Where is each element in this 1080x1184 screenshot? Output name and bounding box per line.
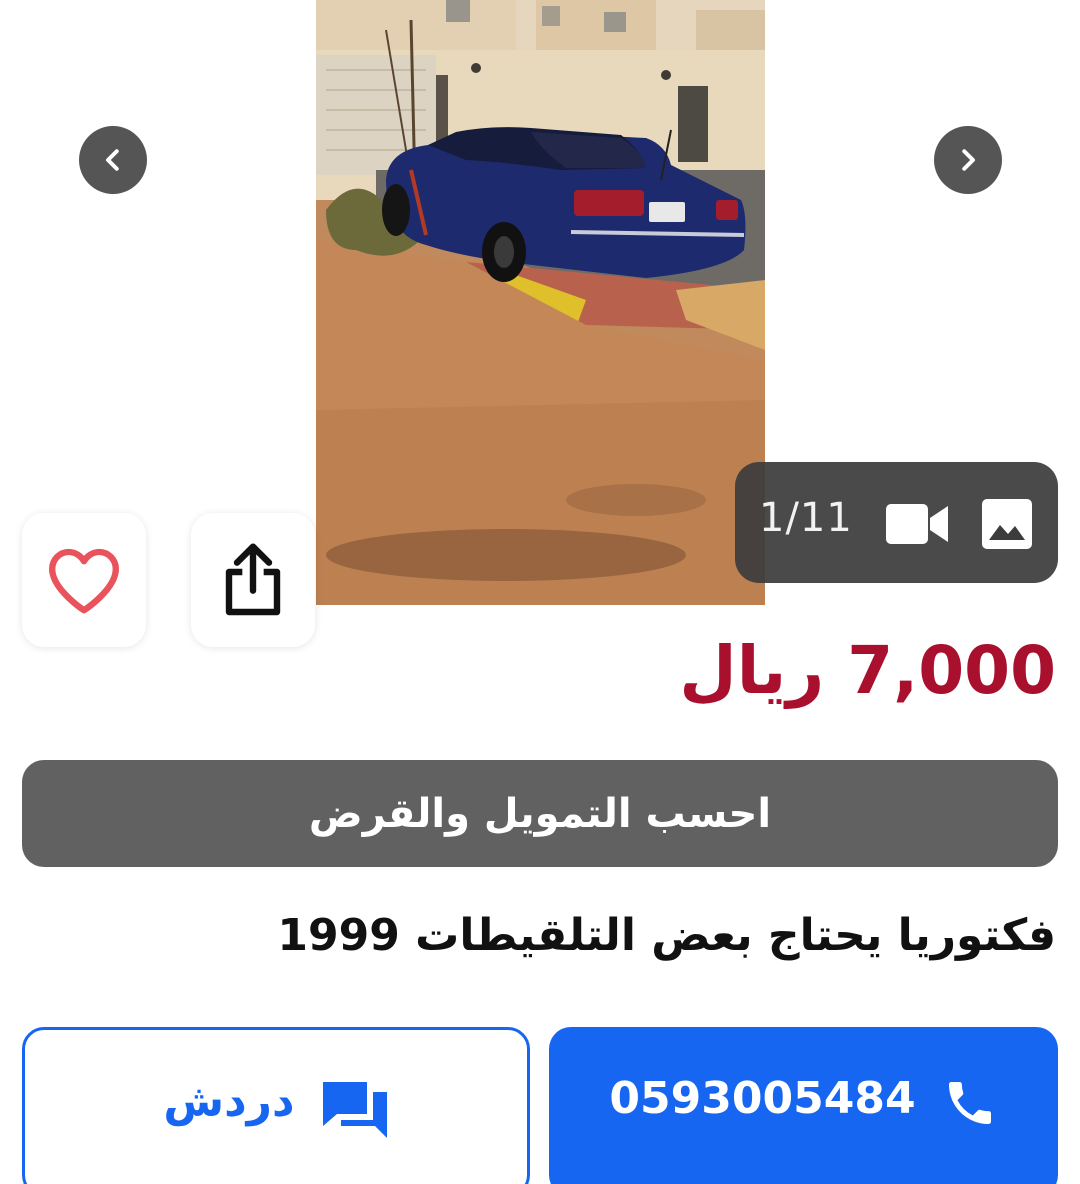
phone-icon	[948, 1082, 991, 1124]
share-button[interactable]	[191, 513, 315, 647]
next-photo-button[interactable]	[934, 126, 1002, 194]
car-photo-image	[316, 0, 765, 605]
heart-icon	[49, 548, 119, 614]
price-currency: ريال	[679, 632, 825, 709]
listing-photo[interactable]	[316, 0, 765, 605]
chat-button[interactable]: دردش	[22, 1027, 530, 1184]
share-icon	[225, 543, 281, 616]
previous-photo-button[interactable]	[79, 126, 147, 194]
listing-title: فكتوريا يحتاج بعض التلقيطات 1999	[277, 910, 1056, 961]
chevron-right-icon	[962, 149, 975, 171]
call-button[interactable]: 0593005484	[549, 1027, 1058, 1184]
chevron-left-icon	[106, 149, 119, 171]
chat-icon	[322, 1082, 387, 1138]
image-counter: 1/11	[759, 495, 853, 541]
phone-number: 0593005484	[609, 1073, 916, 1124]
chat-icon-wrap	[321, 1078, 389, 1142]
listing-price: 7,000 ريال	[679, 632, 1056, 709]
finance-calculator-button[interactable]: احسب التمويل والقرض	[22, 760, 1058, 867]
image-icon	[982, 499, 1032, 549]
video-camera-icon	[886, 504, 948, 544]
price-amount: 7,000	[847, 632, 1056, 709]
media-counter-badge[interactable]: 1/11	[735, 462, 1058, 583]
listing-page: 1/11 7,000 ريال احسب التمويل والقرض فكتو…	[0, 0, 1080, 1184]
chat-button-label: دردش	[163, 1076, 295, 1127]
favorite-button[interactable]	[22, 513, 146, 647]
phone-icon-wrap	[942, 1075, 998, 1131]
